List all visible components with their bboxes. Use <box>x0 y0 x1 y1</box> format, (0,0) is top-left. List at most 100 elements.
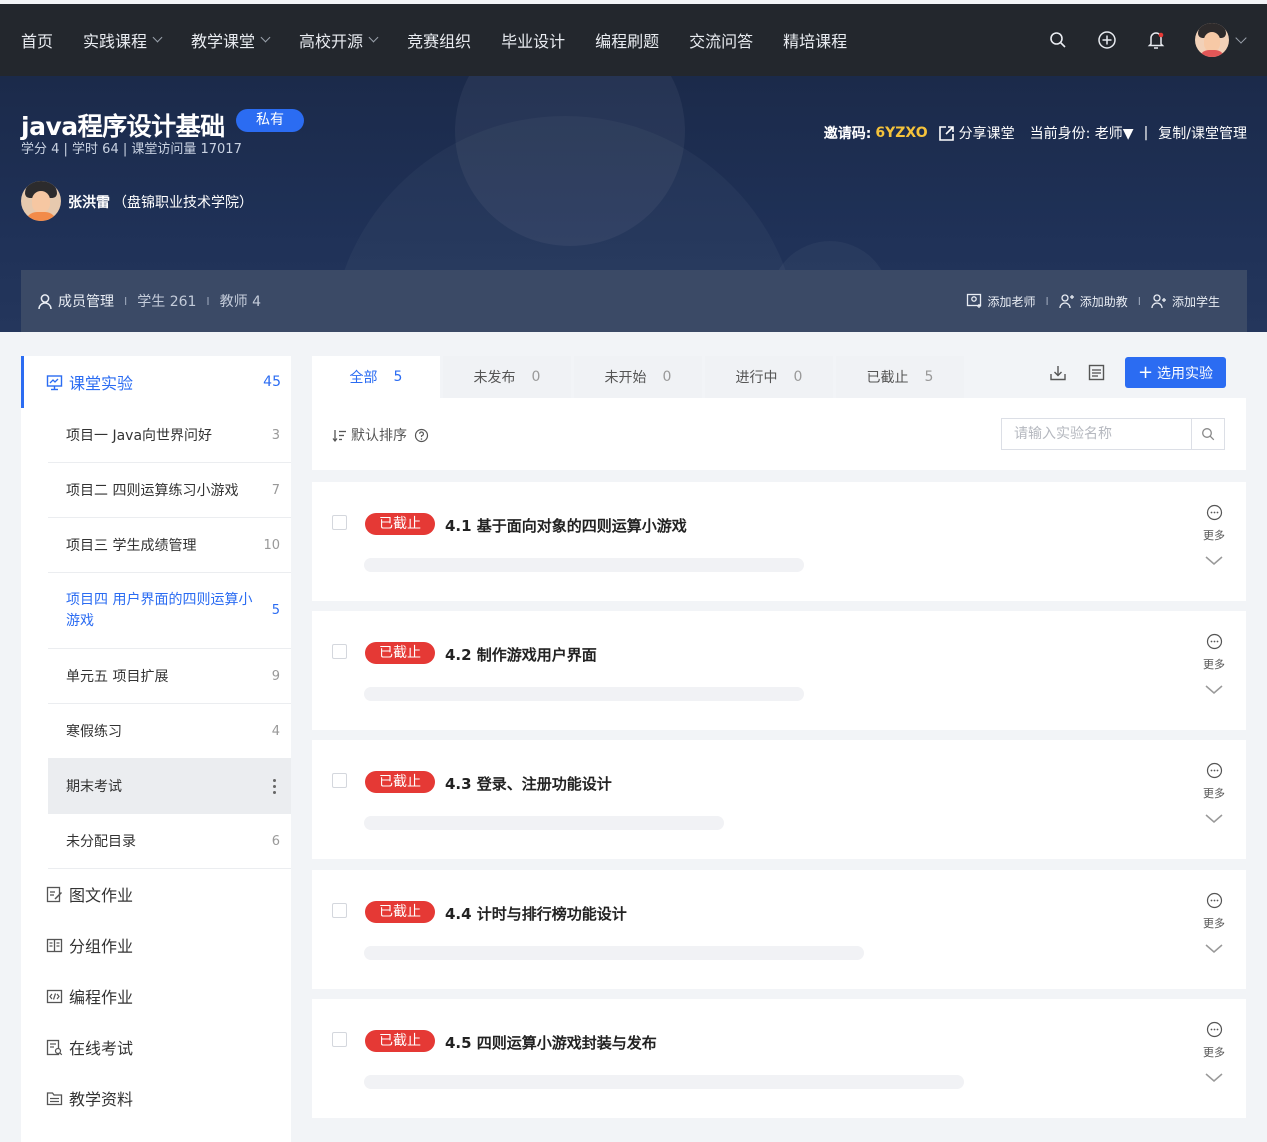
sidebar-item-class-experiments[interactable]: 课堂实验 45 <box>21 356 291 408</box>
experiment-card: 已截止 4.2 制作游戏用户界面 更多 <box>312 611 1246 730</box>
chevron-down-icon[interactable] <box>1204 1072 1224 1084</box>
sidebar-item-teaching-materials[interactable]: 教学资料 <box>21 1073 291 1123</box>
copy-manage-link[interactable]: 复制/课堂管理 <box>1158 123 1247 143</box>
sidebar-item-online-exam[interactable]: 在线考试 <box>21 1022 291 1072</box>
exam-icon <box>46 1039 63 1055</box>
sidebar-subitem[interactable]: 单元五 项目扩展 9 <box>48 649 291 704</box>
sort-dropdown[interactable]: 默认排序 <box>332 425 429 445</box>
course-actions: 邀请码: 6YZXO 分享课堂 当前身份: 老师▼ | 复制/课堂管理 <box>824 123 1247 143</box>
more-actions[interactable]: 更多 <box>1192 1021 1236 1088</box>
tab-ended[interactable]: 已截止 5 <box>836 356 964 398</box>
sidebar-subitem-hovered[interactable]: 期末考试 <box>48 759 291 814</box>
chevron-down-icon[interactable] <box>1204 943 1224 955</box>
select-checkbox[interactable] <box>332 773 347 788</box>
nav-item-premium-courses[interactable]: 精培课程 <box>783 28 847 52</box>
help-icon[interactable] <box>414 428 429 443</box>
tab-in-progress[interactable]: 进行中 0 <box>705 356 833 398</box>
tab-unpublished[interactable]: 未发布 0 <box>443 356 571 398</box>
experiment-card: 已截止 4.3 登录、注册功能设计 更多 <box>312 740 1246 859</box>
nav-item-university-open-source[interactable]: 高校开源 <box>299 28 379 52</box>
tab-not-started[interactable]: 未开始 0 <box>574 356 702 398</box>
select-checkbox[interactable] <box>332 644 347 659</box>
status-badge: 已截止 <box>365 642 435 664</box>
invite-code-label: 邀请码: <box>823 126 872 142</box>
chevron-down-icon <box>368 32 379 43</box>
nav-item-graduation-design[interactable]: 毕业设计 <box>501 28 565 52</box>
sidebar-subitem[interactable]: 寒假练习 4 <box>48 704 291 759</box>
search-icon[interactable] <box>1047 29 1069 51</box>
nav-item-home[interactable]: 首页 <box>21 28 53 52</box>
nav-item-competitions[interactable]: 竞赛组织 <box>407 28 471 52</box>
blurred-details <box>364 687 804 701</box>
code-icon <box>46 989 63 1003</box>
chevron-down-icon[interactable] <box>1204 813 1224 825</box>
list-detail-icon[interactable] <box>1087 363 1106 387</box>
more-icon <box>1206 504 1222 521</box>
sidebar-subitem[interactable]: 未分配目录 6 <box>48 814 291 869</box>
search-icon[interactable] <box>1191 419 1224 449</box>
tab-all[interactable]: 全部 5 <box>312 356 440 398</box>
more-icon <box>1206 762 1222 779</box>
chevron-down-icon[interactable] <box>1204 684 1224 696</box>
select-experiment-button[interactable]: + 选用实验 <box>1125 357 1226 388</box>
nav-right-icons <box>1020 4 1247 76</box>
top-navigation: 首页 实践课程 教学课堂 高校开源 竞赛组织 毕业设计 编程刷题 交流问答 精培… <box>0 4 1267 76</box>
download-icon[interactable] <box>1048 363 1068 387</box>
blurred-details <box>364 558 804 572</box>
nav-item-qa[interactable]: 交流问答 <box>689 28 753 52</box>
sort-icon <box>332 429 346 442</box>
sidebar: 课堂实验 45 项目一 Java向世界问好 3 项目二 四则运算练习小游戏 7 项目… <box>21 356 291 1142</box>
more-actions[interactable]: 更多 <box>1192 892 1236 959</box>
status-badge: 已截止 <box>365 513 435 535</box>
status-badge: 已截止 <box>365 901 435 923</box>
sidebar-item-group-homework[interactable]: 分组作业 <box>21 920 291 970</box>
kebab-menu-icon[interactable] <box>273 778 276 794</box>
add-assistant-button[interactable]: 添加助教 <box>1059 293 1128 310</box>
sidebar-subitem[interactable]: 项目二 四则运算练习小游戏 7 <box>48 463 291 518</box>
sidebar-item-image-text-homework[interactable]: 图文作业 <box>21 869 291 919</box>
blurred-details <box>364 816 724 830</box>
select-checkbox[interactable] <box>332 903 347 918</box>
nav-item-teaching-classroom[interactable]: 教学课堂 <box>191 28 271 52</box>
experiment-count: 45 <box>263 374 281 390</box>
search-box <box>1001 418 1225 450</box>
add-student-icon <box>1151 294 1166 309</box>
current-role-dropdown[interactable]: 当前身份: 老师▼ <box>1030 123 1134 143</box>
chevron-down-icon[interactable] <box>1235 31 1247 44</box>
experiment-search-input[interactable] <box>1002 419 1191 449</box>
sidebar-subitem[interactable]: 项目一 Java向世界问好 3 <box>48 408 291 463</box>
status-badge: 已截止 <box>365 771 435 793</box>
experiment-title[interactable]: 4.1 基于面向对象的四则运算小游戏 <box>445 515 687 536</box>
plus-circle-icon[interactable] <box>1096 29 1118 51</box>
teacher-school: （盘锦职业技术学院） <box>113 195 253 211</box>
user-avatar[interactable] <box>1195 23 1229 57</box>
select-checkbox[interactable] <box>332 515 347 530</box>
teacher-count[interactable]: 教师 4 <box>220 291 261 311</box>
experiment-card: 已截止 4.5 四则运算小游戏封装与发布 更多 <box>312 999 1246 1118</box>
divider: | <box>1143 125 1149 141</box>
nav-item-coding-practice[interactable]: 编程刷题 <box>595 28 659 52</box>
experiment-title[interactable]: 4.5 四则运算小游戏封装与发布 <box>445 1032 657 1053</box>
select-checkbox[interactable] <box>332 1032 347 1047</box>
student-count[interactable]: 学生 261 <box>137 291 196 311</box>
add-teacher-button[interactable]: 添加老师 <box>966 293 1035 310</box>
sidebar-item-programming-homework[interactable]: 编程作业 <box>21 971 291 1021</box>
chevron-down-icon[interactable] <box>1204 555 1224 567</box>
add-student-button[interactable]: 添加学生 <box>1151 293 1220 310</box>
bell-icon[interactable] <box>1145 29 1167 51</box>
share-icon <box>938 125 954 141</box>
sidebar-subitem-active[interactable]: 项目四 用户界面的四则运算小游戏 5 <box>48 573 291 649</box>
experiment-title[interactable]: 4.4 计时与排行榜功能设计 <box>445 903 627 924</box>
more-actions[interactable]: 更多 <box>1192 633 1236 700</box>
more-actions[interactable]: 更多 <box>1192 504 1236 571</box>
experiment-title[interactable]: 4.2 制作游戏用户界面 <box>445 644 597 665</box>
sidebar-subitem[interactable]: 项目三 学生成绩管理 10 <box>48 518 291 573</box>
list-tools <box>1048 363 1106 387</box>
more-icon <box>1206 1021 1222 1038</box>
blurred-details <box>364 1075 964 1089</box>
member-management-link[interactable]: 成员管理 <box>58 291 114 311</box>
nav-item-practice-courses[interactable]: 实践课程 <box>83 28 163 52</box>
more-actions[interactable]: 更多 <box>1192 762 1236 829</box>
share-classroom-link[interactable]: 分享课堂 <box>938 123 1015 143</box>
experiment-title[interactable]: 4.3 登录、注册功能设计 <box>445 773 612 794</box>
